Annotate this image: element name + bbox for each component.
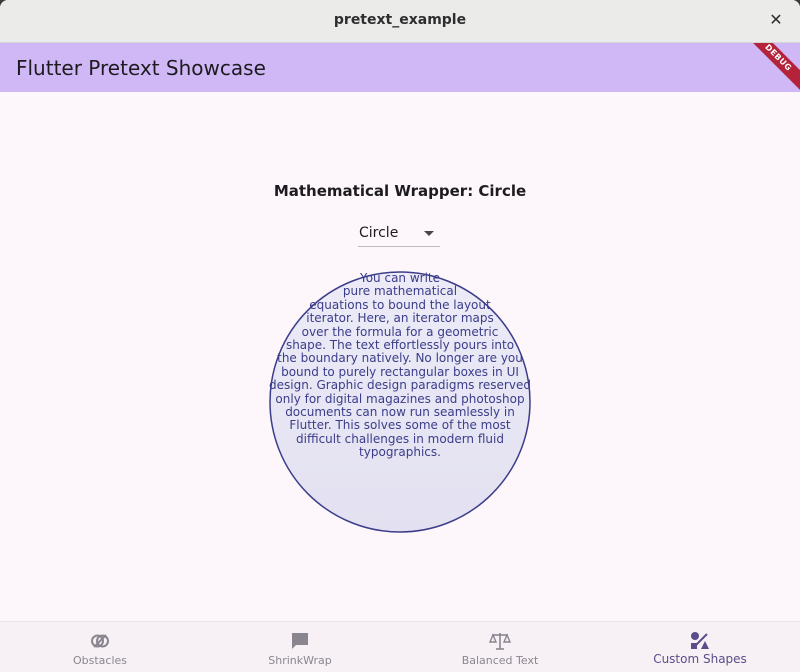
circle-text-line: shape. The text effortlessly pours into [285,338,515,353]
circle-text-line: the boundary natively. No longer are you [277,351,523,366]
circle-text-line: typographics. [359,445,441,460]
bottom-navigation-bar: Obstacles ShrinkWrap Balanced Text Custo… [0,621,800,672]
app-bar: Flutter Pretext Showcase DEBUG [0,43,800,92]
circle-text-line: design. Graphic design paradigms reserve… [269,378,531,393]
window-titlebar[interactable]: pretext_example ✕ [0,0,800,43]
circle-text-line: bound to purely rectangular boxes in UI [281,364,519,379]
circle-text-line: documents can now run seamlessly in [285,405,515,420]
nav-label-obstacles: Obstacles [72,654,128,667]
circle-text-line: equations to bound the layout [309,297,491,312]
circle-wrapped-text: You can write pure mathematical equations … [268,271,532,460]
circle-text-line: only for digital magazines and photoshop [275,391,525,406]
shapes-icon [691,632,709,649]
circle-text-line: iterator. Here, an iterator maps [306,311,494,326]
chat-bubble-icon [292,633,308,649]
nav-item-custom-shapes[interactable]: Custom Shapes [600,622,800,672]
circle-text-line: over the formula for a geometric [301,324,499,339]
close-icon[interactable]: ✕ [766,10,786,30]
nav-item-shrinkwrap[interactable]: ShrinkWrap [200,622,400,672]
circle-text-line: Flutter. This solves some of the most [289,418,511,433]
shape-dropdown-value: Circle [359,225,399,241]
nav-item-obstacles[interactable]: Obstacles [0,622,200,672]
balance-scale-icon [488,633,512,650]
circle-text-shape: You can write pure mathematical equations … [268,270,532,534]
debug-banner: DEBUG [737,43,800,92]
app-window: pretext_example ✕ Flutter Pretext Showca… [0,0,800,672]
window-title: pretext_example [333,12,467,28]
nav-label-balanced-text: Balanced Text [461,654,539,667]
nav-label-shrinkwrap: ShrinkWrap [268,654,332,667]
circle-text-line: pure mathematical [342,284,458,299]
shape-dropdown[interactable]: Circle [358,224,440,247]
main-content: Mathematical Wrapper: Circle Circle You … [0,92,800,621]
nav-label-custom-shapes: Custom Shapes [653,652,747,666]
obstacles-icon [91,634,109,648]
circle-text-line: difficult challenges in modern fluid [296,431,504,446]
app-bar-title: Flutter Pretext Showcase [16,56,266,80]
caret-down-icon [424,231,434,236]
nav-item-balanced-text[interactable]: Balanced Text [400,622,600,672]
page-heading: Mathematical Wrapper: Circle [273,182,527,200]
circle-text-line: You can write [359,271,441,285]
